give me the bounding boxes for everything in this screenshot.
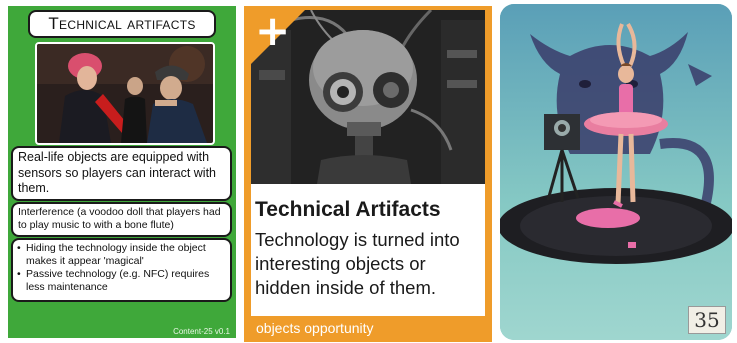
card-number: 35 bbox=[688, 306, 726, 334]
plus-icon: + bbox=[255, 10, 291, 55]
card-body: Technical Artifacts Technology is turned… bbox=[251, 184, 485, 316]
technical-artifacts-card: Technical artifacts Real-life objects ar… bbox=[8, 6, 236, 338]
painted-card: 35 bbox=[500, 4, 732, 340]
card-footer: Content-25 v0.1 bbox=[173, 327, 230, 336]
card-photo: + bbox=[251, 10, 485, 184]
card-illustration bbox=[500, 4, 732, 340]
notes-list: Hiding the technology inside the object … bbox=[17, 242, 225, 294]
card-description: Real-life objects are equipped with sens… bbox=[11, 146, 232, 201]
list-item: Hiding the technology inside the object … bbox=[17, 242, 225, 268]
card-notes: Hiding the technology inside the object … bbox=[11, 238, 232, 302]
card-title: Technical artifacts bbox=[28, 10, 216, 38]
opportunity-card: + Technical Artifacts Technology is turn… bbox=[244, 6, 492, 342]
card-description: Technology is turned into interesting ob… bbox=[255, 229, 460, 298]
card-photo bbox=[35, 42, 215, 145]
list-item: Passive technology (e.g. NFC) requires l… bbox=[17, 268, 225, 294]
card-title: Technical Artifacts bbox=[255, 198, 441, 221]
card-footer: objects opportunity bbox=[256, 320, 374, 336]
card-example: Interference (a voodoo doll that players… bbox=[11, 202, 232, 237]
